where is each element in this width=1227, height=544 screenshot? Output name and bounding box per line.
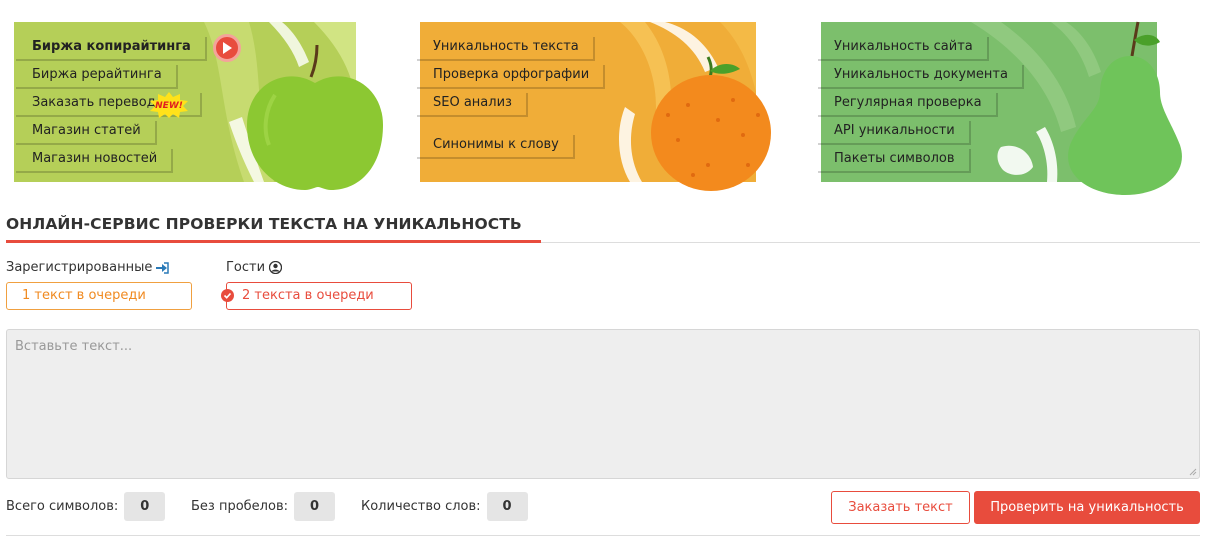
nospace-chars-count: 0: [294, 492, 335, 521]
nospace-chars-label: Без пробелов:: [191, 499, 288, 514]
registered-label: Зарегистрированные: [6, 260, 170, 275]
total-chars-count: 0: [124, 492, 166, 521]
resize-grip-icon[interactable]: [1189, 468, 1197, 476]
order-text-button[interactable]: Заказать текст: [831, 491, 970, 524]
bottom-divider: [6, 535, 1200, 536]
new-badge: NEW!: [150, 92, 188, 118]
nav-link-spell-check[interactable]: Проверка орфографии: [415, 63, 603, 87]
play-video-button[interactable]: [213, 34, 241, 62]
registered-label-text: Зарегистрированные: [6, 260, 153, 275]
nav-link-news-shop[interactable]: Магазин новостей: [14, 147, 171, 171]
guests-label: Гости: [226, 260, 283, 275]
nav-link-rewriting-exchange[interactable]: Биржа рерайтинга: [14, 63, 176, 87]
text-input-container: [6, 329, 1200, 479]
nav-link-document-uniqueness[interactable]: Уникальность документа: [816, 63, 1022, 87]
guests-queue-status: 2 текста в очереди: [226, 282, 412, 310]
orange-icon: [651, 56, 771, 191]
nav-link-copywriting-exchange[interactable]: Биржа копирайтинга: [14, 35, 205, 59]
nav-link-site-uniqueness[interactable]: Уникальность сайта: [816, 35, 987, 59]
nav-link-regular-check[interactable]: Регулярная проверка: [816, 91, 996, 115]
play-icon: [223, 42, 232, 54]
apple-icon: [247, 44, 383, 190]
word-count-value: 0: [486, 492, 528, 521]
new-badge-text: NEW!: [155, 101, 183, 111]
text-input[interactable]: [7, 330, 1199, 478]
title-underline: [6, 240, 541, 243]
total-chars-label: Всего символов:: [6, 499, 119, 514]
user-circle-icon: [269, 261, 283, 274]
word-count-label: Количество слов:: [361, 499, 481, 514]
check-circle-icon: [221, 289, 234, 302]
word-count-stat: Количество слов: 0: [361, 492, 528, 521]
nav-link-api[interactable]: API уникальности: [816, 119, 969, 143]
nav-link-synonyms[interactable]: Синонимы к слову: [415, 133, 573, 157]
registered-queue-status: 1 текст в очереди: [6, 282, 192, 310]
page-title: ОНЛАЙН-СЕРВИС ПРОВЕРКИ ТЕКСТА НА УНИКАЛЬ…: [6, 215, 522, 233]
guests-label-text: Гости: [226, 260, 266, 275]
nav-link-symbol-packages[interactable]: Пакеты символов: [816, 147, 969, 171]
nav-link-text-uniqueness[interactable]: Уникальность текста: [415, 35, 593, 59]
nospace-chars-stat: Без пробелов: 0: [191, 492, 335, 521]
nav-link-seo-analysis[interactable]: SEO анализ: [415, 91, 526, 115]
pear-icon: [1068, 21, 1182, 195]
nav-link-article-shop[interactable]: Магазин статей: [14, 119, 155, 143]
sign-in-icon[interactable]: [156, 261, 170, 274]
check-uniqueness-button[interactable]: Проверить на уникальность: [974, 491, 1200, 524]
total-chars-stat: Всего символов: 0: [6, 492, 166, 521]
